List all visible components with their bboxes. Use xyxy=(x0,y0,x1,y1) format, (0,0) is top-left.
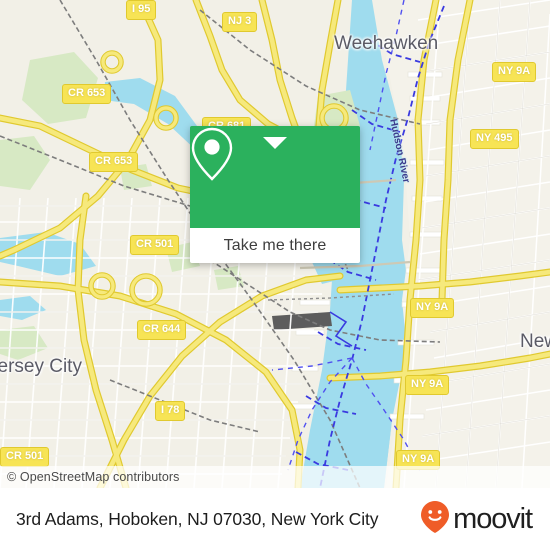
road-shield-ny9a-3: NY 9A xyxy=(405,375,450,395)
road-shield-ny9a-2: NY 9A xyxy=(410,298,455,318)
address-title: 3rd Adams, Hoboken, NJ 07030, New York C… xyxy=(16,508,379,529)
road-shield-ny9a-1: NY 9A xyxy=(492,62,537,82)
road-shield-nj3: NJ 3 xyxy=(222,12,258,32)
road-shield-cr653-1: CR 653 xyxy=(62,84,112,104)
road-shield-cr653-2: CR 653 xyxy=(89,152,139,172)
moovit-logo[interactable]: moovit xyxy=(420,500,533,539)
map-canvas[interactable]: Hudson River Weehawken Jersey City New I… xyxy=(0,0,550,488)
take-me-there-button[interactable]: Take me there xyxy=(190,228,360,263)
take-me-there-label: Take me there xyxy=(223,236,327,254)
map-attribution-bar: © OpenStreetMap contributors xyxy=(0,466,550,488)
moovit-map-screenshot: Hudson River Weehawken Jersey City New I… xyxy=(0,0,550,550)
moovit-pin-smiley-icon xyxy=(420,500,450,539)
road-shield-ny495: NY 495 xyxy=(470,129,519,149)
footer-bar: 3rd Adams, Hoboken, NJ 07030, New York C… xyxy=(0,488,550,550)
road-shield-cr501-2: CR 501 xyxy=(0,447,50,467)
popup-pointer xyxy=(263,137,287,149)
road-shield-i78: I 78 xyxy=(155,401,186,421)
road-shield-cr501-1: CR 501 xyxy=(130,235,180,255)
place-label-weehawken: Weehawken xyxy=(334,33,439,54)
moovit-wordmark: moovit xyxy=(453,502,533,535)
road-shield-cr644: CR 644 xyxy=(137,320,187,340)
place-label-jersey-city: Jersey City xyxy=(0,356,82,377)
osm-attribution-text[interactable]: © OpenStreetMap contributors xyxy=(0,470,180,484)
place-label-new-york: New xyxy=(520,331,550,352)
road-shield-i95: I 95 xyxy=(126,0,157,20)
